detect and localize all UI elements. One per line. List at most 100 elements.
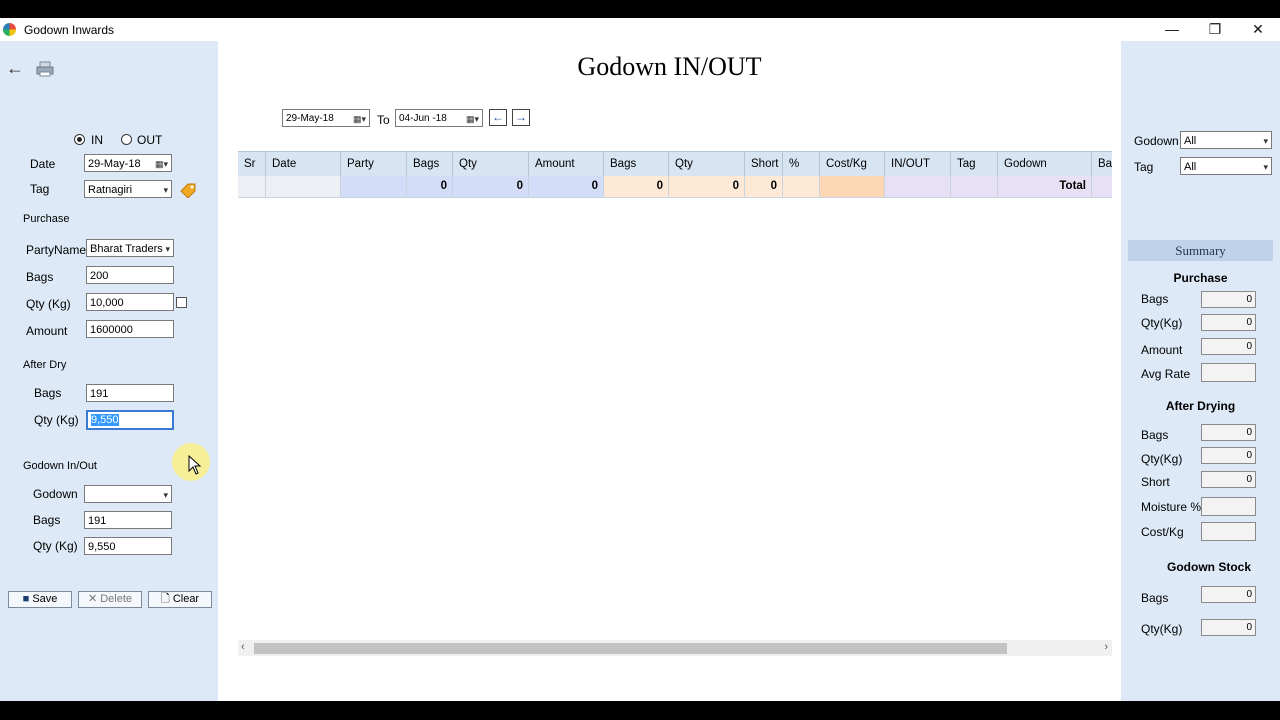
summary-purchase-amount: 0: [1201, 338, 1256, 355]
restore-button[interactable]: ❐: [1193, 18, 1237, 41]
radio-in[interactable]: [74, 134, 85, 145]
to-date-value: 04-Jun -18: [399, 113, 447, 124]
col-header-cost-kg[interactable]: Cost/Kg: [820, 152, 885, 177]
to-label: To: [377, 113, 390, 127]
summary-purchase-bags-label: Bags: [1141, 292, 1169, 306]
summary-purchase-amount-label: Amount: [1141, 343, 1183, 357]
chevron-down-icon: ▾: [163, 185, 168, 195]
col-header-in-out[interactable]: IN/OUT: [885, 152, 951, 177]
col-header-bags[interactable]: Bags: [407, 152, 453, 177]
godown-stock-title: Godown Stock: [1167, 560, 1251, 574]
col-header-tag[interactable]: Tag: [951, 152, 998, 177]
total-amount: 0: [529, 176, 604, 197]
print-icon[interactable]: [36, 61, 54, 77]
godown-combobox[interactable]: ▾: [84, 485, 172, 503]
title-bar: Godown Inwards — ❐ ✕: [0, 18, 1280, 41]
afterdry-qty-value: 9,550: [91, 414, 119, 426]
godown-qty-input[interactable]: 9,550: [84, 537, 172, 555]
col-header-sr[interactable]: Sr: [238, 152, 266, 177]
party-value: Bharat Traders: [90, 243, 163, 255]
app-icon: [3, 23, 16, 36]
chevron-down-icon: ▾: [163, 240, 170, 256]
tag-combobox[interactable]: Ratnagiri ▾: [84, 180, 172, 198]
total-cell-cost: [820, 176, 885, 197]
radio-out[interactable]: [121, 134, 132, 145]
qty-checkbox[interactable]: [176, 297, 187, 308]
summary-purchase-bags: 0: [1201, 291, 1256, 308]
summary-avg-rate-label: Avg Rate: [1141, 367, 1191, 381]
summary-purchase-qty-label: Qty(Kg): [1141, 316, 1183, 330]
stock-qty-label: Qty(Kg): [1141, 622, 1183, 636]
col-header-date[interactable]: Date: [266, 152, 341, 177]
minimize-button[interactable]: —: [1150, 18, 1194, 41]
bags-input[interactable]: 200: [86, 266, 174, 284]
summary-panel: Godown All ▾ Tag All ▾ Summary Purchase …: [1121, 41, 1280, 701]
next-period-arrow-icon[interactable]: →: [512, 109, 530, 126]
total-cell-sr: [238, 176, 266, 197]
godown-bags-input[interactable]: 191: [84, 511, 172, 529]
col-header-afterdry-qty[interactable]: Qty: [669, 152, 745, 177]
calendar-dropdown-icon: ▦▾: [154, 159, 168, 169]
summary-afterdry-qty: 0: [1201, 447, 1256, 464]
stock-bags-label: Bags: [1141, 591, 1169, 605]
date-picker[interactable]: 29-May-18 ▦▾: [84, 154, 172, 172]
afterdry-qty-label: Qty (Kg): [34, 413, 79, 427]
godown-bags-label: Bags: [33, 513, 61, 527]
total-short: 0: [745, 176, 783, 197]
chevron-down-icon: ▾: [1263, 162, 1268, 172]
mouse-pointer-icon: [188, 454, 202, 478]
col-header-godown[interactable]: Godown: [998, 152, 1092, 177]
app-window: Godown Inwards — ❐ ✕ ← IN OUT Date 29-Ma…: [0, 18, 1280, 701]
stock-qty: 0: [1201, 619, 1256, 636]
total-label: Total: [998, 176, 1092, 197]
from-date-value: 29-May-18: [286, 113, 334, 124]
back-arrow-icon[interactable]: ←: [6, 59, 24, 77]
close-button[interactable]: ✕: [1236, 18, 1280, 41]
scroll-left-icon[interactable]: ‹: [241, 641, 245, 653]
grid-totals-row: 0 0 0 0 0 0 Total: [238, 176, 1112, 198]
page-title: Godown IN/OUT: [577, 52, 762, 81]
col-header-afterdry-bags[interactable]: Bags: [604, 152, 669, 177]
col-header-amount[interactable]: Amount: [529, 152, 604, 177]
purchase-summary-title: Purchase: [1173, 271, 1228, 285]
col-header-bags-2[interactable]: Bag: [1092, 152, 1112, 177]
delete-icon: ✕: [87, 593, 98, 605]
filter-tag-label: Tag: [1134, 160, 1154, 174]
save-button[interactable]: ■ Save: [8, 591, 72, 608]
summary-avg-rate: [1201, 363, 1256, 382]
from-date-picker[interactable]: 29-May-18 ▦▾: [282, 109, 370, 127]
afterdrying-summary-title: After Drying: [1165, 399, 1236, 413]
delete-button[interactable]: ✕ Delete: [78, 591, 142, 608]
afterdry-section-title: After Dry: [23, 359, 67, 371]
afterdry-qty-input[interactable]: 9,550: [86, 410, 174, 430]
scroll-right-icon[interactable]: ›: [1104, 641, 1108, 653]
col-header-qty[interactable]: Qty: [453, 152, 529, 177]
party-combobox[interactable]: Bharat Traders ▾: [86, 239, 174, 257]
godown-section-title: Godown In/Out: [23, 460, 97, 472]
scrollbar-thumb[interactable]: [254, 643, 1007, 654]
afterdry-bags-input[interactable]: 191: [86, 384, 174, 402]
save-label: Save: [32, 593, 58, 605]
prev-period-arrow-icon[interactable]: ←: [489, 109, 507, 126]
filter-tag-combobox[interactable]: All ▾: [1180, 157, 1272, 175]
total-cell-party: [341, 176, 407, 197]
clear-button[interactable]: 🗋 Clear: [148, 591, 212, 608]
amount-input[interactable]: 1600000: [86, 320, 174, 338]
qty-input[interactable]: 10,000: [86, 293, 174, 311]
clear-icon: 🗋: [160, 593, 170, 605]
radio-out-label: OUT: [137, 133, 163, 147]
summary-moisture: [1201, 497, 1256, 516]
grid-header: Sr Date Party Bags Qty Amount Bags Qty S…: [238, 151, 1112, 178]
horizontal-scrollbar[interactable]: ‹ ›: [238, 640, 1112, 656]
filter-godown-combobox[interactable]: All ▾: [1180, 131, 1272, 149]
entry-panel: ← IN OUT Date 29-May-18 ▦▾ Tag Ratnagiri…: [0, 41, 218, 701]
summary-cost-kg: [1201, 522, 1256, 541]
to-date-picker[interactable]: 04-Jun -18 ▦▾: [395, 109, 483, 127]
delete-label: Delete: [100, 593, 133, 605]
col-header-percent[interactable]: %: [783, 152, 820, 177]
total-cell-tag: [951, 176, 998, 197]
summary-afterdry-qty-label: Qty(Kg): [1141, 452, 1183, 466]
tag-icon[interactable]: [179, 182, 197, 199]
col-header-party[interactable]: Party: [341, 152, 407, 177]
col-header-short[interactable]: Short: [745, 152, 783, 177]
